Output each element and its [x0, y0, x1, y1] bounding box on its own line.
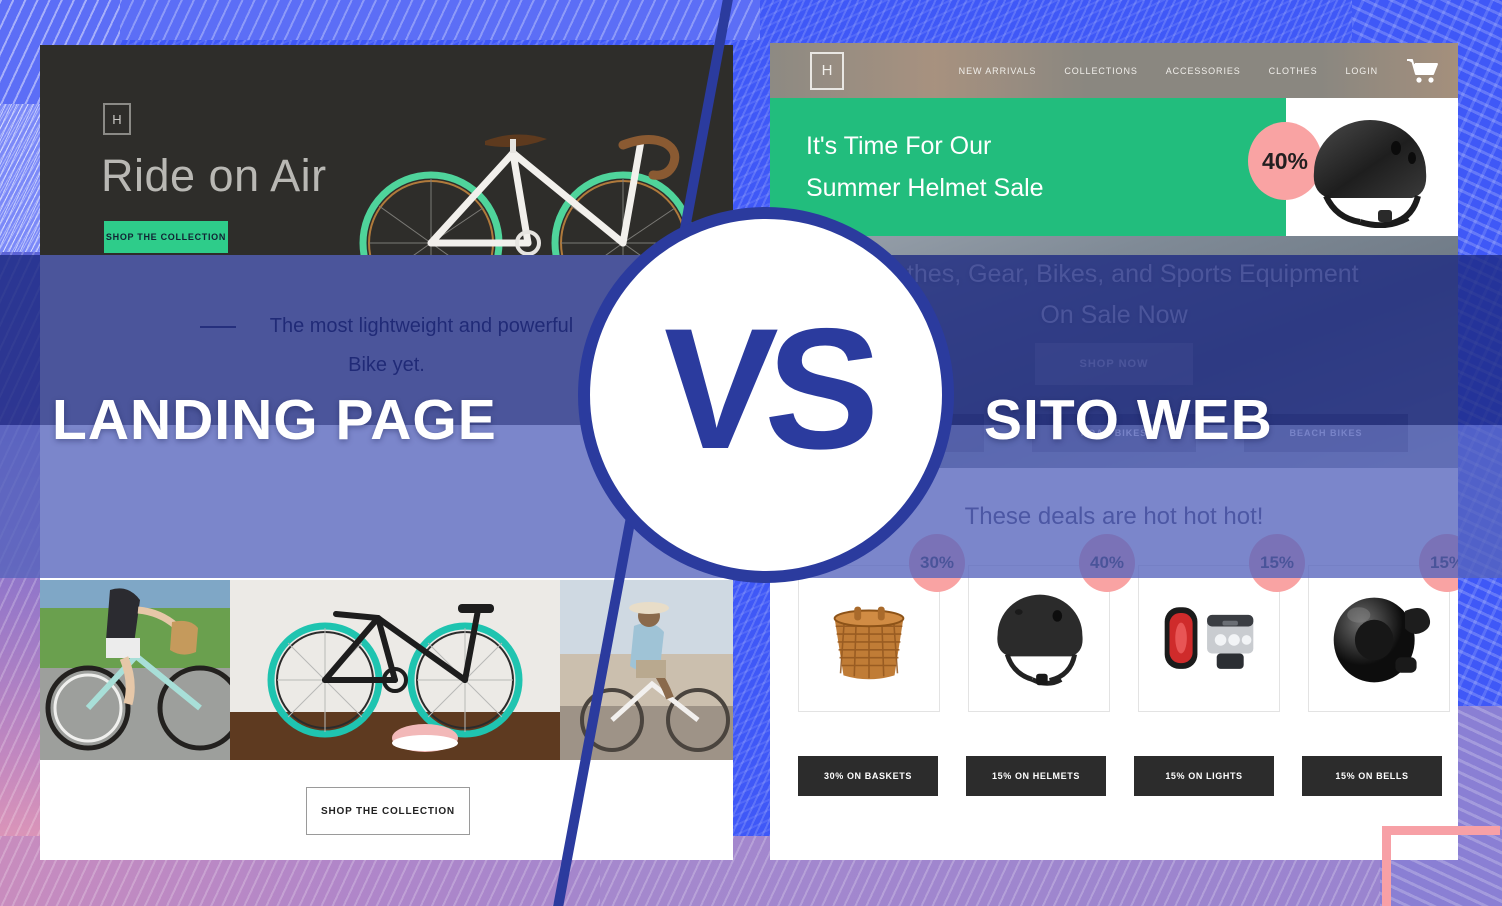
- helmet-icon: [997, 594, 1083, 686]
- nav-item-collections[interactable]: COLLECTIONS: [1064, 66, 1137, 76]
- website-promo-banner: It's Time For Our Summer Helmet Sale 40%: [770, 98, 1458, 236]
- product-card-helmet[interactable]: 40%: [968, 534, 1135, 712]
- deal-button-bells[interactable]: 15% ON BELLS: [1302, 756, 1442, 796]
- basket-image: [809, 576, 929, 701]
- label-landing-page: LANDING PAGE: [52, 388, 497, 452]
- website-nav-items: NEW ARRIVALS COLLECTIONS ACCESSORIES CLO…: [959, 58, 1440, 84]
- banner-line-2: Summer Helmet Sale: [806, 173, 1044, 202]
- product-card-bell[interactable]: 15%: [1308, 534, 1458, 712]
- deal-button-baskets[interactable]: 30% ON BASKETS: [798, 756, 938, 796]
- nav-item-new-arrivals[interactable]: NEW ARRIVALS: [959, 66, 1037, 76]
- landing-hero: H Ride on Air SHOP THE COLLECTION: [40, 45, 733, 255]
- nav-item-clothes[interactable]: CLOTHES: [1269, 66, 1318, 76]
- deal-button-helmets[interactable]: 15% ON HELMETS: [966, 756, 1106, 796]
- landing-logo: H: [103, 103, 131, 135]
- landing-bottom-section: SHOP THE COLLECTION: [40, 760, 733, 860]
- background-top-band: [120, 0, 760, 40]
- banner-product-area: 40%: [1248, 98, 1458, 236]
- website-logo[interactable]: H: [810, 51, 844, 90]
- landing-hero-title: Ride on Air: [101, 150, 327, 201]
- banner-line-1: It's Time For Our: [806, 132, 992, 160]
- road-bike-illustration: [359, 134, 695, 255]
- vs-badge: VS: [578, 207, 954, 583]
- helmet-image: [979, 576, 1099, 701]
- deals-product-row: 30%: [798, 534, 1458, 712]
- banner-green-area: It's Time For Our Summer Helmet Sale: [770, 98, 1286, 236]
- gallery-image-2[interactable]: [230, 580, 560, 760]
- vs-text: VS: [656, 293, 876, 485]
- label-sito-web: SITO WEB: [984, 388, 1273, 452]
- bike-light-set-icon: [1164, 606, 1254, 669]
- bike-bell-icon: [1333, 597, 1431, 682]
- landing-shop-collection-button[interactable]: SHOP THE COLLECTION: [306, 787, 470, 835]
- nav-item-login[interactable]: LOGIN: [1345, 66, 1378, 76]
- website-navbar: H NEW ARRIVALS COLLECTIONS ACCESSORIES C…: [770, 43, 1458, 98]
- product-card-lights[interactable]: 15%: [1138, 534, 1305, 712]
- gallery-image-1[interactable]: [40, 580, 230, 760]
- shopping-cart-icon[interactable]: [1406, 58, 1440, 84]
- comparison-graphic: H Ride on Air SHOP THE COLLECTION The mo…: [0, 0, 1502, 906]
- corner-accent-rectangle: [1382, 826, 1500, 906]
- deals-button-row: 30% ON BASKETS 15% ON HELMETS 15% ON LIG…: [798, 756, 1442, 796]
- wicker-basket-icon: [833, 606, 905, 679]
- landing-hero-cta-button[interactable]: SHOP THE COLLECTION: [104, 221, 228, 253]
- landing-gallery: [40, 580, 733, 760]
- nav-item-accessories[interactable]: ACCESSORIES: [1166, 66, 1241, 76]
- deal-button-lights[interactable]: 15% ON LIGHTS: [1134, 756, 1274, 796]
- bell-image: [1319, 576, 1439, 701]
- woman-on-mint-bike-illustration: [40, 580, 230, 760]
- helmet-illustration: [1313, 120, 1427, 228]
- product-card-basket[interactable]: 30%: [798, 534, 965, 712]
- banner-text: It's Time For Our Summer Helmet Sale: [806, 126, 1044, 209]
- black-bike-teal-wheels-illustration: [230, 580, 560, 760]
- lights-image: [1149, 576, 1269, 701]
